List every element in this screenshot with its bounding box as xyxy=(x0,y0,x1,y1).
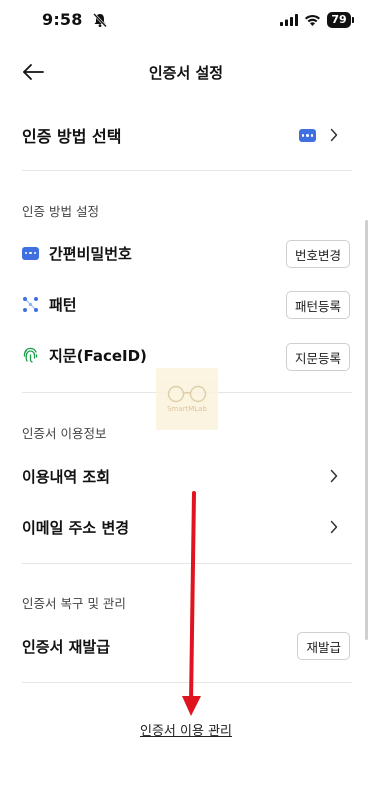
pin-dots-icon xyxy=(22,246,39,260)
battery-level: 79 xyxy=(327,12,351,28)
auth-method-select-label: 인증 방법 선택 xyxy=(22,127,122,146)
reissue-label: 인증서 재발급 xyxy=(22,637,111,656)
certificate-usage-management-link[interactable]: 인증서 이용 관리 xyxy=(0,720,372,739)
status-time: 9:58 xyxy=(42,10,83,29)
pattern-icon xyxy=(23,296,38,312)
wifi-icon xyxy=(305,15,320,26)
section-title-recovery: 인증서 복구 및 관리 xyxy=(22,596,126,611)
auth-method-select-row[interactable]: 인증 방법 선택 xyxy=(0,110,352,160)
page-title: 인증서 설정 xyxy=(148,64,224,82)
watermark-text: SmartMLab xyxy=(167,405,207,413)
status-indicators: 79 xyxy=(280,12,354,28)
usage-history-label: 이용내역 조회 xyxy=(22,467,111,486)
method-label-fingerprint: 지문(FaceID) xyxy=(49,346,147,365)
change-email-label: 이메일 주소 변경 xyxy=(22,518,130,537)
section-title-usage-info: 인증서 이용정보 xyxy=(22,426,107,441)
chevron-right-icon xyxy=(330,520,338,534)
change-pin-button[interactable]: 번호변경 xyxy=(285,240,350,268)
register-pattern-button[interactable]: 패턴등록 xyxy=(285,291,350,319)
usage-history-row[interactable]: 이용내역 조회 xyxy=(0,451,352,501)
section-title-method-settings: 인증 방법 설정 xyxy=(22,204,99,219)
divider xyxy=(22,170,352,171)
change-email-row[interactable]: 이메일 주소 변경 xyxy=(0,502,352,552)
glasses-logo-icon xyxy=(167,385,207,403)
scrollbar[interactable] xyxy=(365,220,368,640)
reissue-button[interactable]: 재발급 xyxy=(297,632,350,660)
method-label-pattern: 패턴 xyxy=(49,295,77,314)
fingerprint-icon xyxy=(23,347,38,363)
pin-dots-icon xyxy=(299,129,316,142)
app-header: 인증서 설정 xyxy=(0,50,372,94)
method-label-simple-password: 간편비밀번호 xyxy=(49,244,132,263)
chevron-right-icon xyxy=(330,469,338,483)
status-bar: 9:58 79 xyxy=(0,0,372,44)
bell-off-icon xyxy=(93,13,107,28)
signal-icon xyxy=(280,14,298,26)
watermark: SmartMLab xyxy=(156,368,218,430)
chevron-right-icon xyxy=(330,128,338,142)
red-arrow-annotation xyxy=(182,491,201,716)
battery-icon: 79 xyxy=(327,12,354,28)
register-fingerprint-button[interactable]: 지문등록 xyxy=(285,343,350,371)
